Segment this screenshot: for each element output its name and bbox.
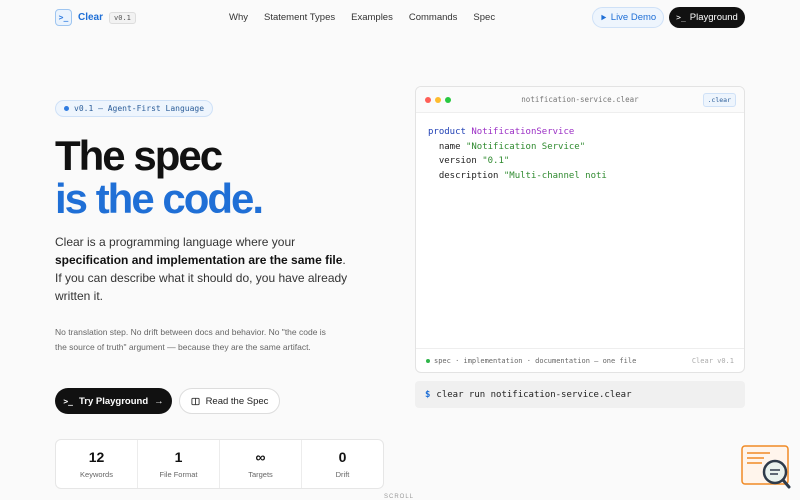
- stat-value: ∞: [255, 449, 266, 465]
- badge-dot-icon: [64, 106, 69, 111]
- version-badge: v0.1: [109, 11, 136, 24]
- terminal-command: $ clear run notification-service.clear: [415, 381, 745, 408]
- code-block: product NotificationService name "Notifi…: [428, 125, 607, 183]
- code-key: name: [428, 141, 461, 152]
- stat-label: Keywords: [80, 470, 113, 479]
- editor-filename: notification-service.clear: [521, 95, 639, 104]
- nav-link-examples[interactable]: Examples: [351, 12, 393, 23]
- editor-titlebar: notification-service.clear .clear: [416, 87, 744, 113]
- playground-nav-button[interactable]: >_ Playground: [669, 7, 745, 28]
- code-string: "0.1": [482, 156, 510, 166]
- hero-lead: Clear is a programming language where yo…: [55, 233, 350, 305]
- editor-footer-text: spec · implementation · documentation — …: [434, 356, 637, 365]
- read-spec-button[interactable]: Read the Spec: [179, 388, 280, 414]
- code-keyword: product: [428, 127, 466, 137]
- code-product-name: NotificationService: [471, 127, 575, 137]
- hero-badge: v0.1 — Agent-First Language: [55, 100, 214, 117]
- stats-bar: 12 Keywords 1 File Format ∞ Targets 0 Dr…: [55, 439, 384, 489]
- stat-drift: 0 Drift: [302, 440, 383, 488]
- read-spec-label: Read the Spec: [205, 395, 269, 407]
- stat-label: Drift: [335, 470, 350, 479]
- arrow-right-icon: →: [154, 395, 164, 407]
- code-string: "Notification Service": [465, 141, 586, 152]
- nav-link-spec[interactable]: Spec: [473, 12, 495, 23]
- code-string: "Multi-channel noti: [503, 170, 607, 181]
- file-extension-badge: .clear: [702, 93, 736, 107]
- hero-badge-text: v0.1 — Agent-First Language: [74, 104, 205, 113]
- live-demo-button[interactable]: Live Demo: [592, 7, 664, 28]
- top-nav: >_ Clear v0.1 Why Statement Types Exampl…: [0, 0, 800, 36]
- hero-subtext: No translation step. No drift between do…: [55, 327, 326, 352]
- logo-mark-icon: >_: [55, 9, 72, 26]
- nav-link-commands[interactable]: Commands: [409, 12, 458, 23]
- code-key: description: [428, 170, 499, 181]
- code-key: version: [428, 156, 477, 166]
- terminal-prompt: $: [425, 389, 431, 400]
- editor-footer-left: spec · implementation · documentation — …: [426, 357, 636, 365]
- stat-keywords: 12 Keywords: [56, 440, 138, 488]
- hero-title-line1: The spec: [55, 132, 223, 179]
- logo[interactable]: >_ Clear v0.1: [55, 9, 136, 26]
- stat-value: 0: [338, 449, 347, 465]
- play-icon: [601, 14, 607, 21]
- terminal-command-text: clear run notification-service.clear: [436, 389, 632, 400]
- hero-title-line2: is the code.: [55, 175, 264, 222]
- stat-label: File Format: [159, 470, 198, 479]
- playground-nav-label: Playground: [689, 12, 738, 23]
- lead-part1: Clear is a programming language where yo…: [55, 235, 296, 249]
- terminal-icon: >_: [676, 13, 686, 22]
- stat-file-format: 1 File Format: [138, 440, 220, 488]
- terminal-icon: >_: [63, 396, 73, 406]
- editor-footer: spec · implementation · documentation — …: [416, 348, 744, 372]
- code-editor: notification-service.clear .clear produc…: [415, 86, 745, 373]
- book-icon: [191, 397, 200, 405]
- editor-footer-version: Clear v0.1: [691, 356, 734, 365]
- try-playground-label: Try Playground: [78, 395, 149, 407]
- stat-value: 1: [174, 449, 183, 465]
- magnifier-icon: [741, 445, 791, 489]
- try-playground-button[interactable]: >_ Try Playground →: [55, 388, 172, 414]
- nav-links: Why Statement Types Examples Commands Sp…: [229, 12, 495, 23]
- scroll-hint: SCROLL: [384, 494, 415, 500]
- live-demo-label: Live Demo: [610, 12, 657, 23]
- logo-text: Clear: [78, 12, 104, 23]
- status-dot-icon: [426, 358, 430, 363]
- stat-value: 12: [88, 449, 105, 465]
- stat-label: Targets: [248, 470, 273, 479]
- nav-link-why[interactable]: Why: [229, 12, 248, 23]
- stat-targets: ∞ Targets: [220, 440, 302, 488]
- floating-search-widget[interactable]: [740, 444, 792, 490]
- nav-link-statement-types[interactable]: Statement Types: [264, 12, 335, 23]
- lead-bold: specification and implementation are the…: [55, 253, 343, 267]
- hero-title: The spec is the code.: [55, 132, 264, 222]
